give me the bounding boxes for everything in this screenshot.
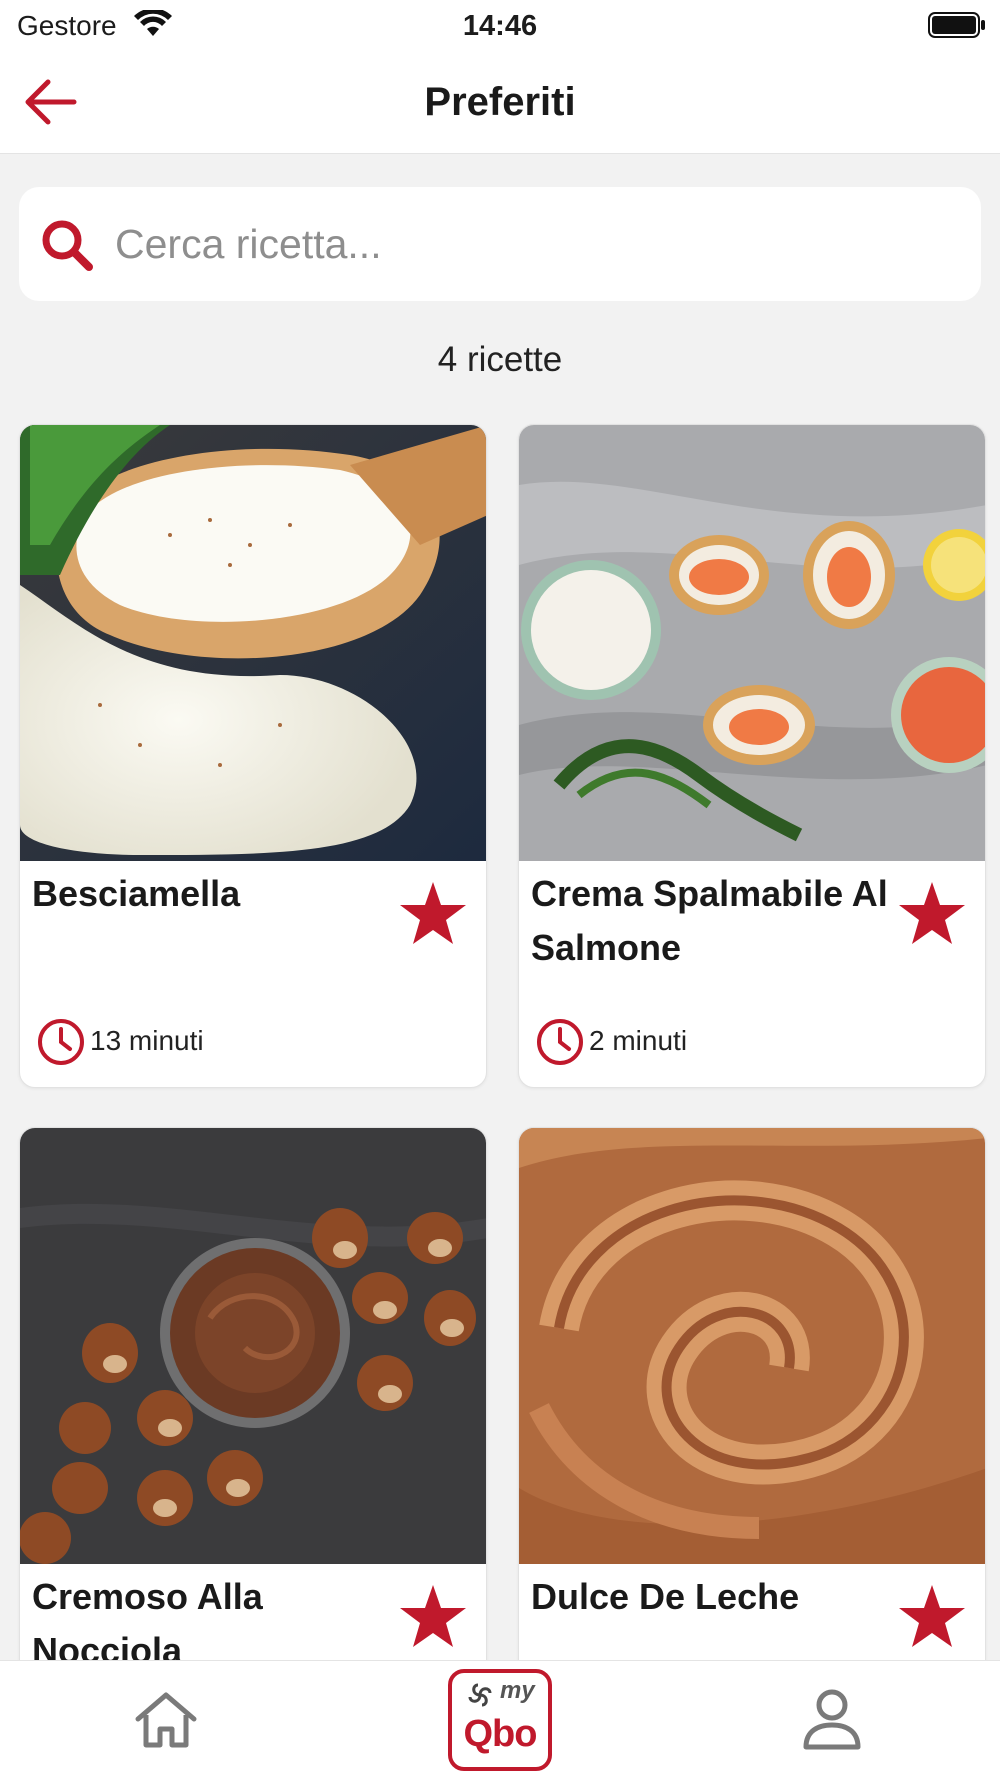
clock-icon — [38, 1019, 84, 1065]
home-icon[interactable] — [132, 1689, 200, 1751]
myqbo-label: Qbo — [463, 1713, 538, 1755]
myqbo-my-label: my — [500, 1677, 535, 1704]
recipe-image-besciamella — [20, 425, 486, 861]
recipe-title: Besciamella — [32, 873, 241, 914]
cooking-time-label: 13 minuti — [90, 1025, 204, 1056]
star-icon[interactable] — [398, 1583, 468, 1649]
search-input[interactable] — [115, 209, 955, 279]
user-icon[interactable] — [800, 1687, 864, 1753]
recipe-card[interactable]: Dulce De Leche — [518, 1127, 986, 1727]
star-icon[interactable] — [897, 880, 967, 946]
tab-bar: my Qbo — [0, 1660, 1000, 1778]
recipe-image-crema-salmone — [519, 425, 985, 861]
star-icon[interactable] — [897, 1583, 967, 1649]
navigation-bar: Preferiti — [0, 52, 1000, 154]
page-title: Preferiti — [424, 80, 576, 124]
myqbo-tab-button[interactable]: my Qbo — [448, 1669, 552, 1771]
recipe-count: 4 ricette — [437, 340, 563, 379]
recipe-card[interactable]: Crema Spalmabile Al Salmone 2 minuti — [518, 424, 986, 1088]
recipe-card[interactable]: Cremoso Alla Nocciola — [19, 1127, 487, 1727]
recipe-title: Crema Spalmabile Al Salmone — [531, 873, 888, 968]
search-bar[interactable] — [19, 187, 981, 301]
recipe-image-dulce-de-leche — [519, 1128, 985, 1564]
recipe-title: Dulce De Leche — [531, 1576, 800, 1617]
recipe-card[interactable]: Besciamella 13 minuti — [19, 424, 487, 1088]
status-bar: Gestore 14:46 — [0, 0, 1000, 52]
spiral-logo-icon — [468, 1683, 492, 1707]
cooking-time-label: 2 minuti — [589, 1025, 688, 1056]
battery-icon — [928, 12, 985, 38]
star-icon[interactable] — [398, 880, 468, 946]
search-icon — [42, 220, 93, 271]
recipe-image-cremoso-nocciola — [20, 1128, 486, 1564]
clock-icon — [537, 1019, 583, 1065]
clock-label: 14:46 — [462, 10, 538, 42]
